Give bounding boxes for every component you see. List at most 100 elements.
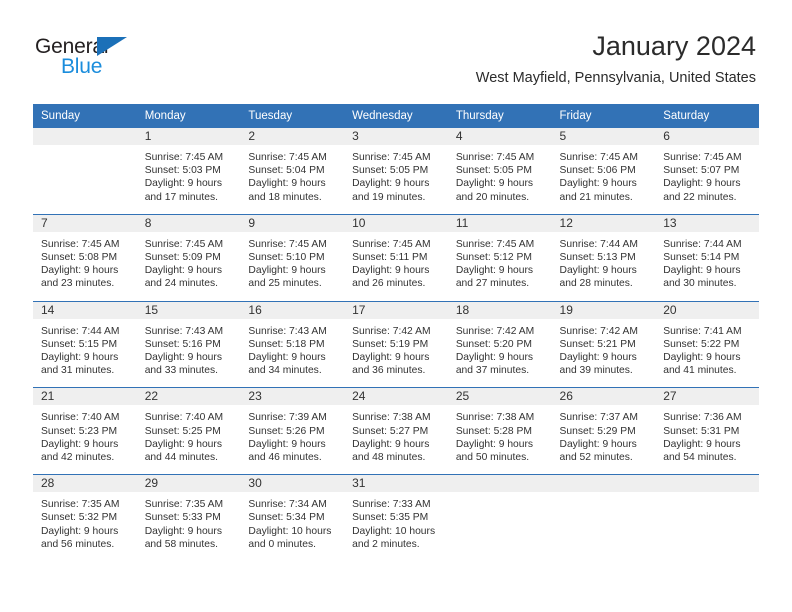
sunset-text: Sunset: 5:26 PM <box>248 425 325 437</box>
sunrise-text: Sunrise: 7:41 AM <box>663 325 742 337</box>
day-number: 10 <box>344 214 448 232</box>
calendar-day-cell[interactable]: 1 Sunrise: 7:45 AM Sunset: 5:03 PM Daylight… <box>136 128 241 214</box>
sunset-text: Sunset: 5:27 PM <box>352 425 429 437</box>
calendar-day-cell[interactable]: 12 Sunrise: 7:44 AM Sunset: 5:13 PM Dayligh… <box>551 213 656 302</box>
sunset-text: Sunset: 5:35 PM <box>352 512 429 524</box>
general-blue-logo[interactable]: General Blue <box>35 36 165 82</box>
calendar-day-cell[interactable]: 14 Sunrise: 7:44 AM Sunset: 5:15 PM Dayligh… <box>33 300 137 388</box>
day-details: Sunrise: 7:38 AM Sunset: 5:28 PM Daylight:… <box>448 405 552 474</box>
daylight-text-line1: Daylight: 9 hours <box>559 178 637 190</box>
sunset-text: Sunset: 5:06 PM <box>559 165 636 177</box>
sunset-text: Sunset: 5:14 PM <box>663 252 740 264</box>
sunset-text: Sunset: 5:19 PM <box>352 338 429 350</box>
day-details: Sunrise: 7:35 AM Sunset: 5:33 PM Daylight:… <box>137 492 241 561</box>
sunrise-text: Sunrise: 7:38 AM <box>352 412 431 424</box>
title-block: January 2024 West Mayfield, Pennsylvania… <box>476 30 756 88</box>
sunset-text: Sunset: 5:09 PM <box>144 252 221 264</box>
day-number: 7 <box>33 214 137 232</box>
sunrise-text: Sunrise: 7:42 AM <box>559 325 638 337</box>
daylight-text-line2: and 2 minutes. <box>352 538 420 550</box>
calendar-day-cell[interactable]: 30 Sunrise: 7:34 AM Sunset: 5:34 PM Dayligh… <box>240 474 345 562</box>
calendar-day-cell[interactable]: 18 Sunrise: 7:42 AM Sunset: 5:20 PM Dayligh… <box>447 300 552 388</box>
calendar-day-cell-empty <box>447 474 552 562</box>
calendar-day-cell[interactable]: 9 Sunrise: 7:45 AM Sunset: 5:10 PM Daylight… <box>240 213 345 302</box>
calendar-day-cell[interactable]: 27 Sunrise: 7:36 AM Sunset: 5:31 PM Dayligh… <box>655 387 759 475</box>
day-number: 24 <box>344 388 448 406</box>
daylight-text-line1: Daylight: 9 hours <box>41 438 119 450</box>
sunrise-text: Sunrise: 7:35 AM <box>144 499 224 511</box>
calendar-day-cell[interactable]: 2 Sunrise: 7:45 AM Sunset: 5:04 PM Daylight… <box>240 128 345 214</box>
calendar-day-cell[interactable]: 10 Sunrise: 7:45 AM Sunset: 5:11 PM Dayligh… <box>344 213 448 302</box>
daylight-text-line2: and 25 minutes. <box>248 278 322 290</box>
logo-blue-text: Blue <box>61 55 103 78</box>
sunrise-text: Sunrise: 7:45 AM <box>663 152 742 163</box>
sunrise-text: Sunrise: 7:45 AM <box>248 152 327 163</box>
calendar-day-cell[interactable]: 20 Sunrise: 7:41 AM Sunset: 5:22 PM Dayligh… <box>655 300 759 388</box>
calendar-day-cell[interactable]: 29 Sunrise: 7:35 AM Sunset: 5:33 PM Dayligh… <box>136 474 241 562</box>
day-number: 20 <box>655 301 759 319</box>
sunset-text: Sunset: 5:21 PM <box>559 338 636 350</box>
calendar-body: 1 Sunrise: 7:45 AM Sunset: 5:03 PM Daylight… <box>33 128 759 562</box>
sunset-text: Sunset: 5:04 PM <box>248 165 325 177</box>
day-number: 4 <box>447 128 552 145</box>
weekday-header-saturday: Saturday <box>655 104 759 128</box>
day-details: Sunrise: 7:44 AM Sunset: 5:14 PM Daylight:… <box>655 232 759 301</box>
calendar-day-cell[interactable]: 25 Sunrise: 7:38 AM Sunset: 5:28 PM Dayligh… <box>447 387 552 475</box>
sunrise-text: Sunrise: 7:35 AM <box>41 499 120 511</box>
calendar-day-cell[interactable]: 17 Sunrise: 7:42 AM Sunset: 5:19 PM Dayligh… <box>344 300 448 388</box>
calendar-day-cell[interactable]: 26 Sunrise: 7:37 AM Sunset: 5:29 PM Dayligh… <box>551 387 656 475</box>
sunrise-text: Sunrise: 7:45 AM <box>455 152 535 163</box>
sunrise-text: Sunrise: 7:45 AM <box>41 238 120 250</box>
location-subtitle: West Mayfield, Pennsylvania, United Stat… <box>475 70 756 86</box>
calendar-day-cell[interactable]: 24 Sunrise: 7:38 AM Sunset: 5:27 PM Dayligh… <box>344 387 448 475</box>
day-number: 2 <box>240 128 345 145</box>
daylight-text-line2: and 56 minutes. <box>41 538 115 550</box>
daylight-text-line2: and 0 minutes. <box>248 538 316 550</box>
calendar-day-cell[interactable]: 21 Sunrise: 7:40 AM Sunset: 5:23 PM Dayligh… <box>33 387 137 475</box>
calendar-day-cell[interactable]: 16 Sunrise: 7:43 AM Sunset: 5:18 PM Dayligh… <box>240 300 345 388</box>
calendar-day-cell[interactable]: 19 Sunrise: 7:42 AM Sunset: 5:21 PM Dayligh… <box>551 300 656 388</box>
calendar-day-cell[interactable]: 7 Sunrise: 7:45 AM Sunset: 5:08 PM Daylight… <box>33 213 137 302</box>
sunset-text: Sunset: 5:32 PM <box>41 512 118 524</box>
day-number: 5 <box>551 128 656 145</box>
sunset-text: Sunset: 5:34 PM <box>248 512 325 524</box>
daylight-text-line2: and 26 minutes. <box>352 278 426 290</box>
calendar-day-cell[interactable]: 31 Sunrise: 7:33 AM Sunset: 5:35 PM Dayligh… <box>344 474 448 562</box>
daylight-text-line1: Daylight: 9 hours <box>559 352 637 364</box>
sunrise-text: Sunrise: 7:45 AM <box>144 238 224 250</box>
daylight-text-line1: Daylight: 9 hours <box>352 178 430 190</box>
calendar-day-cell[interactable]: 28 Sunrise: 7:35 AM Sunset: 5:32 PM Dayligh… <box>33 474 137 562</box>
day-details: Sunrise: 7:36 AM Sunset: 5:31 PM Daylight:… <box>655 405 759 474</box>
daylight-text-line1: Daylight: 9 hours <box>248 438 326 450</box>
day-details: Sunrise: 7:45 AM Sunset: 5:09 PM Daylight:… <box>137 232 241 301</box>
calendar-page: General Blue January 2024 West Mayfield,… <box>0 0 792 612</box>
calendar-week-row: 1 Sunrise: 7:45 AM Sunset: 5:03 PM Daylight… <box>33 128 759 214</box>
sunrise-text: Sunrise: 7:44 AM <box>559 238 638 250</box>
day-number: 9 <box>240 214 345 232</box>
day-number <box>447 475 552 493</box>
sunrise-text: Sunrise: 7:44 AM <box>663 238 742 250</box>
day-details: Sunrise: 7:39 AM Sunset: 5:26 PM Daylight:… <box>240 405 344 474</box>
sunrise-text: Sunrise: 7:37 AM <box>559 412 638 424</box>
sunrise-text: Sunrise: 7:36 AM <box>663 412 742 424</box>
calendar-day-cell[interactable]: 6 Sunrise: 7:45 AM Sunset: 5:07 PM Daylight… <box>655 128 759 214</box>
calendar-day-cell[interactable]: 15 Sunrise: 7:43 AM Sunset: 5:16 PM Dayligh… <box>136 300 241 388</box>
calendar-day-cell[interactable]: 23 Sunrise: 7:39 AM Sunset: 5:26 PM Dayligh… <box>240 387 345 475</box>
calendar-day-cell[interactable]: 8 Sunrise: 7:45 AM Sunset: 5:09 PM Daylight… <box>136 213 241 302</box>
calendar-header-row: Sunday Monday Tuesday Wednesday Thursday… <box>33 104 759 128</box>
daylight-text-line2: and 31 minutes. <box>41 365 115 377</box>
calendar-day-cell[interactable]: 22 Sunrise: 7:40 AM Sunset: 5:25 PM Dayligh… <box>136 387 241 475</box>
sunset-text: Sunset: 5:07 PM <box>663 165 740 177</box>
calendar-day-cell[interactable]: 5 Sunrise: 7:45 AM Sunset: 5:06 PM Daylight… <box>551 128 656 214</box>
calendar-day-cell[interactable]: 13 Sunrise: 7:44 AM Sunset: 5:14 PM Dayligh… <box>655 213 759 302</box>
calendar-day-cell[interactable]: 3 Sunrise: 7:45 AM Sunset: 5:05 PM Daylight… <box>344 128 448 214</box>
daylight-text-line1: Daylight: 9 hours <box>248 352 326 364</box>
day-number: 23 <box>240 388 345 406</box>
sunrise-text: Sunrise: 7:45 AM <box>559 152 638 163</box>
sunset-text: Sunset: 5:05 PM <box>455 165 532 177</box>
sunset-text: Sunset: 5:03 PM <box>144 165 221 177</box>
sunrise-text: Sunrise: 7:34 AM <box>248 499 327 511</box>
calendar-day-cell[interactable]: 4 Sunrise: 7:45 AM Sunset: 5:05 PM Daylight… <box>447 128 552 214</box>
day-number: 18 <box>447 301 552 319</box>
calendar-day-cell[interactable]: 11 Sunrise: 7:45 AM Sunset: 5:12 PM Dayligh… <box>447 213 552 302</box>
